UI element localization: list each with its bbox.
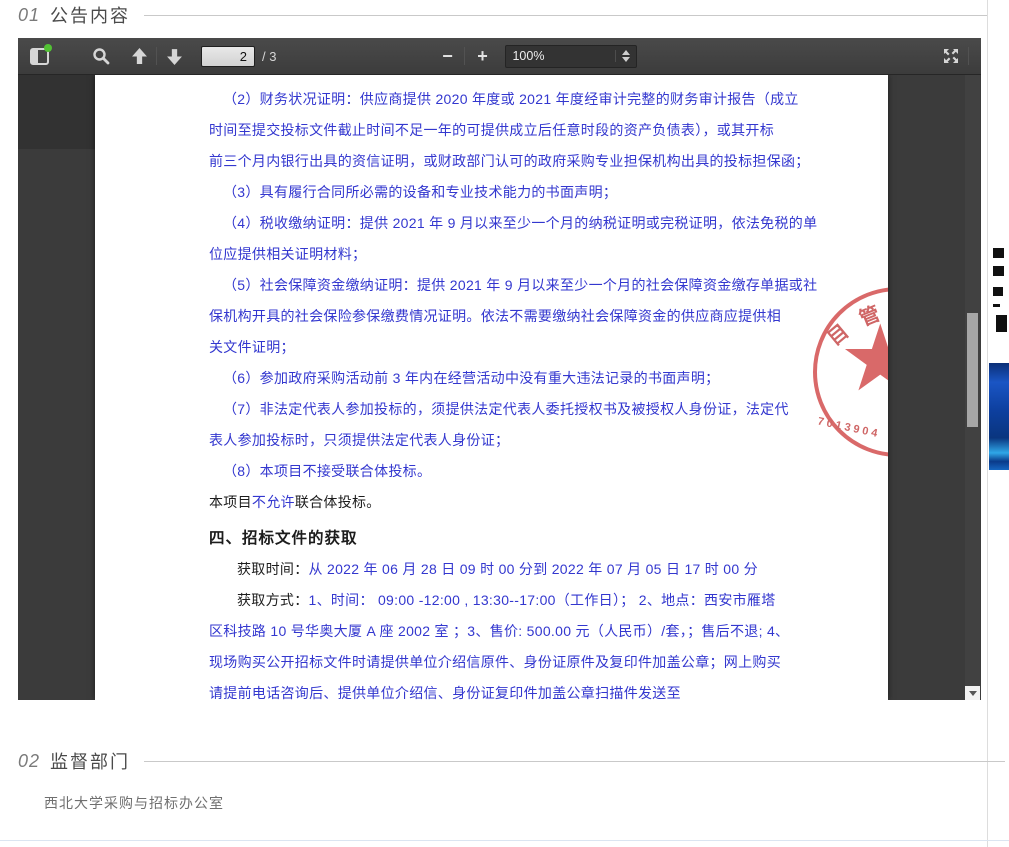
document-line: 前三个月内银行出具的资信证明，或财政部门认可的政府采购专业担保机构出具的投标担保… [209, 146, 774, 177]
section-title: 公告内容 [50, 2, 130, 28]
document-text-segment: 前三个月内银行出具的资信证明，或财政部门认可的政府采购专业担保机构出具的投标担保… [209, 153, 810, 169]
viewer-scrollbar[interactable] [965, 75, 980, 700]
next-page-button[interactable] [161, 43, 187, 69]
document-line: （2）财务状况证明：供应商提供 2020 年度或 2021 年度经审计完整的财务… [209, 84, 774, 115]
toolbar-separator [968, 47, 969, 65]
document-text-segment: 时间至提交投标文件截止时间不足一年的可提供成立后任意时段的资产负债表），或其开标 [209, 122, 774, 138]
header-rule [144, 15, 1005, 16]
document-text-segment: 联合体投标。 [295, 494, 381, 510]
section-number: 02 [18, 751, 40, 772]
header-rule [144, 761, 1005, 762]
document-line: （7）非法定代表人参加投标的，须提供法定代表人委托授权书及被授权人身份证，法定代 [209, 394, 774, 425]
sidebar-shadow [18, 75, 95, 149]
fullscreen-button[interactable] [938, 43, 964, 69]
section-number: 01 [18, 5, 40, 26]
section-title: 监督部门 [50, 748, 130, 774]
document-line: （3）具有履行合同所必需的设备和专业技术能力的书面声明； [209, 177, 774, 208]
zoom-out-button[interactable]: − [434, 43, 460, 69]
document-text-segment: 四、招标文件的获取 [209, 530, 358, 547]
clipped-text-fragment [993, 245, 1007, 258]
document-text-segment: 获取方式： [237, 592, 309, 608]
document-line: 获取时间：从 2022 年 06 月 28 日 09 时 00 分到 2022 … [209, 554, 774, 585]
arrow-up-icon [131, 48, 148, 65]
seal-star-icon: ★ [839, 313, 888, 405]
document-text-segment: 关文件证明； [209, 339, 295, 355]
document-text-segment: （2）财务状况证明：供应商提供 2020 年度或 2021 年度经审计完整的财务… [223, 91, 799, 107]
page-total-label: / 3 [262, 49, 276, 64]
document-text: （2）财务状况证明：供应商提供 2020 年度或 2021 年度经审计完整的财务… [209, 84, 774, 700]
pdf-viewer-content: （2）财务状况证明：供应商提供 2020 年度或 2021 年度经审计完整的财务… [18, 75, 981, 700]
search-icon [92, 47, 110, 65]
document-text-segment: （6）参加政府采购活动前 3 年内在经营活动中没有重大违法记录的书面声明； [223, 370, 719, 386]
document-line: 本项目不允许联合体投标。 [209, 487, 774, 518]
bottom-divider [0, 840, 1009, 841]
document-heading: 四、招标文件的获取 [209, 518, 774, 554]
document-line: （5）社会保障资金缴纳证明：提供 2021 年 9 月以来至少一个月的社会保障资… [209, 270, 774, 301]
document-line: 保机构开具的社会保险参保缴费情况证明。依法不需要缴纳社会保障资金的供应商应提供相 [209, 301, 774, 332]
document-text-segment: （3）具有履行合同所必需的设备和专业技术能力的书面声明； [223, 184, 617, 200]
document-text-segment: 位应提供相关证明材料； [209, 246, 366, 262]
document-text-segment: （5）社会保障资金缴纳证明：提供 2021 年 9 月以来至少一个月的社会保障资… [223, 277, 817, 293]
pdf-viewer: / 3 − + 100% （2）财务状况证 [18, 38, 981, 700]
scrollbar-thumb[interactable] [967, 313, 978, 427]
supervision-department-text: 西北大学采购与招标办公室 [44, 793, 224, 813]
document-text-segment: （7）非法定代表人参加投标的，须提供法定代表人委托授权书及被授权人身份证，法定代 [223, 401, 789, 417]
clipped-right-panel [987, 0, 1009, 847]
document-text-segment: 不允许 [252, 494, 295, 510]
pdf-page: （2）财务状况证明：供应商提供 2020 年度或 2021 年度经审计完整的财务… [95, 75, 888, 700]
document-text-segment: 请提前电话咨询后、提供单位介绍信、身份证复印件加盖公章扫描件发送至 [209, 685, 681, 700]
clipped-text-fragment [993, 264, 1004, 276]
fullscreen-icon [942, 47, 960, 65]
arrow-down-icon [166, 48, 183, 65]
document-text-segment: （8）本项目不接受联合体投标。 [223, 463, 431, 479]
pdf-toolbar: / 3 − + 100% [18, 38, 981, 75]
select-spinner-icon [615, 50, 630, 62]
zoom-in-button[interactable]: + [469, 43, 495, 69]
document-text-segment: 表人参加投标时，只须提供法定代表人身份证； [209, 432, 509, 448]
triangle-down-icon [969, 691, 977, 696]
document-line: （8）本项目不接受联合体投标。 [209, 456, 774, 487]
clipped-text-fragment [993, 312, 1007, 332]
document-text-segment: 1、时间： 09:00 -12:00 , 13:30--17:00（工作日）； … [309, 592, 776, 608]
plus-icon: + [477, 47, 488, 65]
document-text-segment: 保机构开具的社会保险参保缴费情况证明。依法不需要缴纳社会保障资金的供应商应提供相 [209, 308, 781, 324]
document-text-segment: 现场购买公开招标文件时请提供单位介绍信原件、身份证原件及复印件加盖公章；网上购买 [209, 654, 781, 670]
zoom-level-value: 100% [512, 49, 615, 63]
document-line: 请提前电话咨询后、提供单位介绍信、身份证复印件加盖公章扫描件发送至 [209, 678, 774, 700]
document-text-segment: 从 2022 年 06 月 28 日 09 时 00 分到 2022 年 07 … [309, 561, 758, 577]
document-line: 表人参加投标时，只须提供法定代表人身份证； [209, 425, 774, 456]
zoom-level-select[interactable]: 100% [505, 45, 637, 68]
document-line: 区科技路 10 号华奥大厦 A 座 2002 室 ；3、售价: 500.00 元… [209, 616, 774, 647]
document-line: （6）参加政府采购活动前 3 年内在经营活动中没有重大违法记录的书面声明； [209, 363, 774, 394]
previous-page-button[interactable] [126, 43, 152, 69]
toolbar-separator [156, 47, 157, 65]
clipped-text-fragment [993, 284, 1006, 296]
official-seal: 目 管 理 ★ 7013904 [813, 287, 888, 457]
scroll-down-button[interactable] [965, 686, 980, 700]
document-line: 位应提供相关证明材料； [209, 239, 774, 270]
section-header-supervision: 02 监督部门 [18, 748, 1005, 774]
document-line: 时间至提交投标文件截止时间不足一年的可提供成立后任意时段的资产负债表），或其开标 [209, 115, 774, 146]
toolbar-separator [464, 47, 465, 65]
search-button[interactable] [88, 43, 114, 69]
clipped-text-fragment [993, 301, 1003, 307]
document-text-segment: 本项目 [209, 494, 252, 510]
document-line: 获取方式：1、时间： 09:00 -12:00 , 13:30--17:00（工… [209, 585, 774, 616]
document-line: （4）税收缴纳证明：提供 2021 年 9 月以来至少一个月的纳税证明或完税证明… [209, 208, 774, 239]
clipped-banner-image [989, 363, 1009, 470]
page-number-input[interactable] [201, 46, 255, 67]
sidebar-toggle-button[interactable] [26, 43, 52, 69]
section-header-announcement: 01 公告内容 [18, 2, 1005, 28]
document-text-segment: 区科技路 10 号华奥大厦 A 座 2002 室 ；3、售价: 500.00 元… [209, 623, 789, 639]
document-line: 关文件证明； [209, 332, 774, 363]
document-line: 现场购买公开招标文件时请提供单位介绍信原件、身份证原件及复印件加盖公章；网上购买 [209, 647, 774, 678]
minus-icon: − [442, 47, 453, 65]
document-text-segment: 获取时间： [237, 561, 309, 577]
notification-dot [44, 44, 52, 52]
document-text-segment: （4）税收缴纳证明：提供 2021 年 9 月以来至少一个月的纳税证明或完税证明… [223, 215, 817, 231]
